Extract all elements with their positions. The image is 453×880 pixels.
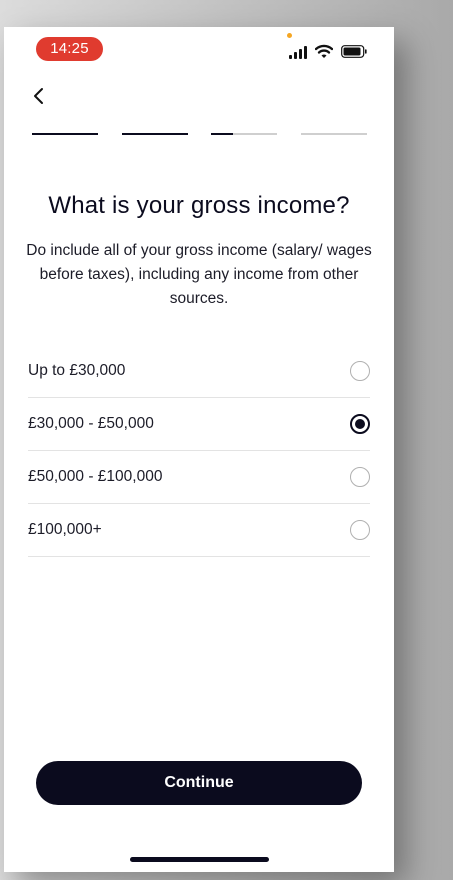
option-label: £30,000 - £50,000 bbox=[28, 415, 154, 432]
income-option-30000-50000[interactable]: £30,000 - £50,000 bbox=[28, 398, 370, 451]
continue-button[interactable]: Continue bbox=[36, 761, 362, 805]
radio-button[interactable] bbox=[350, 520, 370, 540]
income-option-50000-100000[interactable]: £50,000 - £100,000 bbox=[28, 451, 370, 504]
radio-button[interactable] bbox=[350, 361, 370, 381]
income-options-list: Up to £30,000 £30,000 - £50,000 £50,000 … bbox=[28, 345, 370, 557]
cellular-signal-icon bbox=[289, 45, 309, 59]
privacy-indicator-dot bbox=[287, 33, 292, 38]
progress-step-3 bbox=[211, 133, 277, 135]
wifi-icon bbox=[315, 44, 333, 58]
battery-icon bbox=[341, 45, 367, 58]
radio-button-selected[interactable] bbox=[350, 414, 370, 434]
option-label: Up to £30,000 bbox=[28, 362, 126, 379]
income-option-up-to-30000[interactable]: Up to £30,000 bbox=[28, 345, 370, 398]
home-indicator[interactable] bbox=[130, 857, 269, 862]
income-option-100000-plus[interactable]: £100,000+ bbox=[28, 504, 370, 557]
option-label: £50,000 - £100,000 bbox=[28, 468, 163, 485]
progress-step-2 bbox=[122, 133, 188, 135]
progress-step-1 bbox=[32, 133, 98, 135]
radio-button[interactable] bbox=[350, 467, 370, 487]
page-title: What is your gross income? bbox=[48, 192, 350, 219]
status-time: 14:25 bbox=[36, 37, 103, 61]
page-subtitle: Do include all of your gross income (sal… bbox=[26, 242, 372, 307]
phone-screen: 14:25 What is your gross income? Do incl… bbox=[4, 27, 394, 872]
progress-step-4 bbox=[301, 133, 367, 135]
option-label: £100,000+ bbox=[28, 521, 102, 538]
chevron-left-icon[interactable] bbox=[28, 84, 50, 108]
